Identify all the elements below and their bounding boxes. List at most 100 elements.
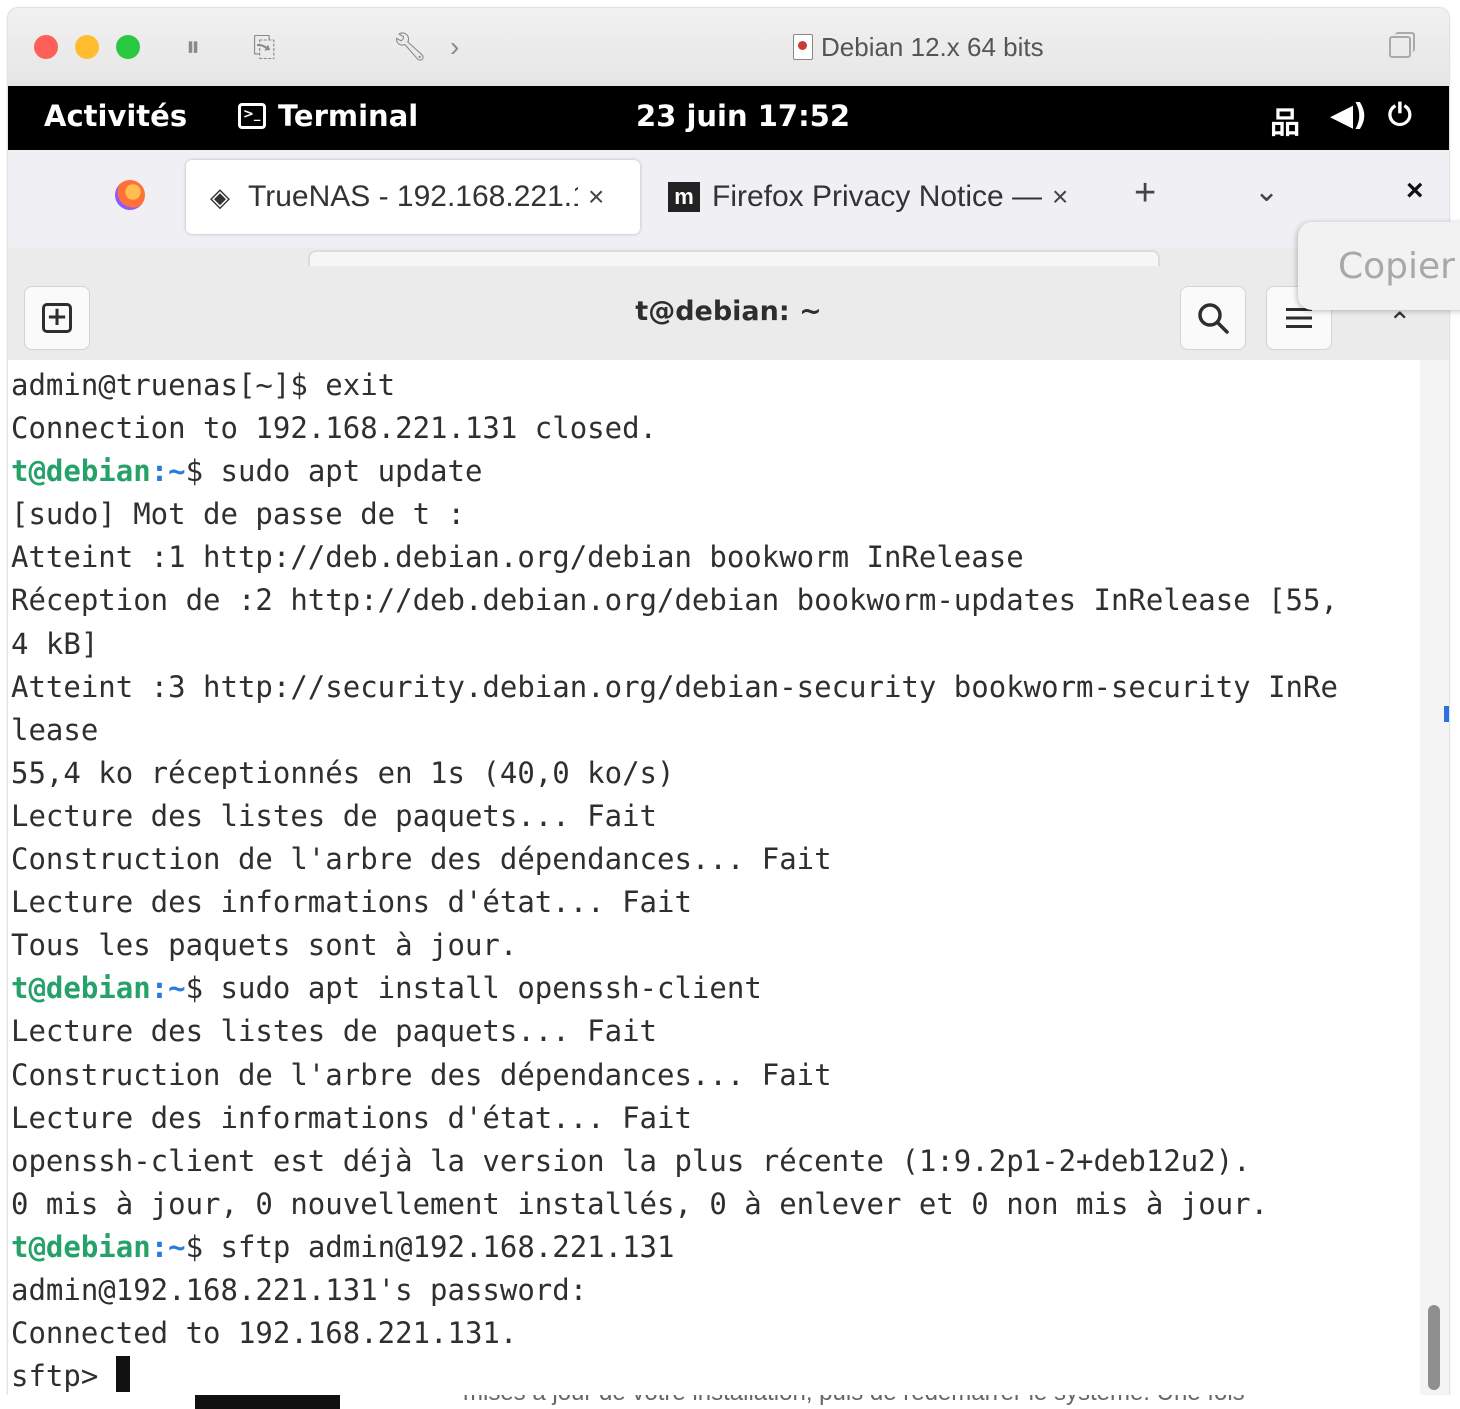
pause-icon[interactable]: ⏸ <box>186 30 200 64</box>
prompt-user: t@debian <box>11 971 151 1006</box>
close-tab-icon[interactable]: × <box>1052 181 1068 213</box>
app-menu-label: Terminal <box>278 99 419 133</box>
gnome-top-bar: Activités >_ Terminal 23 juin 17:52 品 ◀︎… <box>8 86 1449 150</box>
terminal-line-text: admin@truenas[~]$ exit <box>11 368 396 402</box>
close-tab-icon[interactable]: × <box>588 181 604 213</box>
terminal-line-text: Construction de l'arbre des dépendances.… <box>11 1057 832 1092</box>
terminal-app-icon: >_ <box>238 103 266 129</box>
terminal-window: + t@debian: ~ ⌃ admin@truenas[~]$ exit Co… <box>8 266 1449 1403</box>
power-icon[interactable]: ⏻ <box>1388 98 1412 133</box>
vm-window: ⏸ ⎘ 🔧︎ › Debian 12.x 64 bits Activités >… <box>8 8 1449 1403</box>
terminal-line: 0 mis à jour, 0 nouvellement installés, … <box>11 1183 1420 1226</box>
terminal-line: Lecture des listes de paquets... Fait <box>11 795 1420 838</box>
app-menu[interactable]: >_ Terminal <box>238 99 418 133</box>
terminal-line-text: sftp> <box>11 1359 116 1394</box>
terminal-line-text: 4 kB] <box>11 626 99 661</box>
terminal-line-text: [sudo] Mot de passe de t : <box>11 497 465 532</box>
terminal-line-text: lease <box>11 712 99 747</box>
terminal-line-text: Construction de l'arbre des dépendances.… <box>11 842 832 877</box>
terminal-line-text: Atteint :3 http://security.debian.org/de… <box>11 669 1338 704</box>
terminal-line: Réception de :2 http://deb.debian.org/de… <box>11 579 1420 622</box>
vm-document-icon <box>793 34 813 60</box>
close-window-button[interactable] <box>34 35 58 59</box>
network-icon[interactable]: 品 <box>1270 98 1300 142</box>
terminal-line-text: openssh-client est déjà la version la pl… <box>11 1143 1251 1178</box>
snapshot-icon[interactable]: ⎘ <box>253 30 275 64</box>
terminal-line: Connected to 192.168.221.131. <box>11 1312 1420 1355</box>
tab-title: TrueNAS - 192.168.221.1 <box>248 180 578 213</box>
restore-window-icon[interactable] <box>1389 32 1415 58</box>
terminal-line-text: $ sftp admin@192.168.221.131 <box>185 1229 675 1264</box>
firefox-logo-icon <box>115 180 145 210</box>
prompt-user: t@debian <box>11 454 151 489</box>
activities-button[interactable]: Activités <box>44 99 187 133</box>
firefox-tabbar: ◈ TrueNAS - 192.168.221.1 × m Firefox Pr… <box>8 150 1449 248</box>
terminal-line: Construction de l'arbre des dépendances.… <box>11 838 1420 881</box>
terminal-line-text: Tous les paquets sont à jour. <box>11 928 518 963</box>
new-tab-button[interactable]: + <box>1134 172 1156 215</box>
terminal-line-text: Connection to 192.168.221.131 closed. <box>11 411 658 446</box>
prompt-path: :~ <box>150 454 186 489</box>
browser-tab-privacy-notice[interactable]: m Firefox Privacy Notice — M × <box>660 160 1110 234</box>
vm-title-group: Debian 12.x 64 bits <box>793 30 1044 64</box>
copy-label[interactable]: Copier <box>1338 246 1455 287</box>
prompt-path: :~ <box>150 1229 186 1264</box>
browser-tab-truenas[interactable]: ◈ TrueNAS - 192.168.221.1 × <box>186 160 640 234</box>
chevron-right-icon[interactable]: › <box>450 30 459 64</box>
terminal-line-text: Lecture des listes de paquets... Fait <box>11 798 658 833</box>
settings-wrench-icon[interactable]: 🔧︎ <box>392 30 428 64</box>
terminal-line: sftp> <box>11 1355 1420 1398</box>
truenas-icon: ◈ <box>210 181 230 212</box>
terminal-line-text: 0 mis à jour, 0 nouvellement installés, … <box>11 1186 1269 1221</box>
terminal-line: Lecture des informations d'état... Fait <box>11 881 1420 924</box>
terminal-line: Tous les paquets sont à jour. <box>11 924 1420 967</box>
terminal-line: admin@192.168.221.131's password: <box>11 1269 1420 1312</box>
terminal-line-text: Lecture des informations d'état... Fait <box>11 885 692 920</box>
terminal-line: Connection to 192.168.221.131 closed. <box>11 407 1420 450</box>
search-button[interactable] <box>1180 286 1246 350</box>
terminal-line: admin@truenas[~]$ exit <box>11 364 1420 407</box>
tab-title: Firefox Privacy Notice — M <box>712 180 1042 213</box>
volume-icon[interactable]: ◀︎) <box>1330 98 1367 133</box>
prompt-user: t@debian <box>11 1229 151 1264</box>
background-page-strip: mises à jour de votre installation, puis… <box>0 1395 1460 1409</box>
terminal-line-text: $ sudo apt update <box>185 454 483 489</box>
search-icon <box>1198 303 1229 334</box>
terminal-line: t@debian:~$ sudo apt update <box>11 450 1420 493</box>
list-tabs-chevron-icon[interactable]: ⌄ <box>1254 174 1279 209</box>
terminal-line-text: $ sudo apt install openssh-client <box>185 971 762 1006</box>
terminal-line-text: Connected to 192.168.221.131. <box>11 1316 518 1351</box>
edge-marker <box>1444 706 1449 722</box>
scrollbar-thumb[interactable] <box>1428 1305 1440 1390</box>
terminal-line-text: Lecture des listes de paquets... Fait <box>11 1014 658 1049</box>
terminal-line-text: admin@192.168.221.131's password: <box>11 1272 588 1307</box>
chevron-up-icon[interactable]: ⌃ <box>1388 306 1411 339</box>
terminal-line: t@debian:~$ sftp admin@192.168.221.131 <box>11 1226 1420 1269</box>
terminal-cursor <box>115 1356 130 1393</box>
terminal-line-text: Lecture des informations d'état... Fait <box>11 1100 692 1135</box>
close-browser-icon[interactable]: × <box>1406 174 1424 208</box>
terminal-scrollbar[interactable] <box>1420 360 1449 1403</box>
terminal-line: openssh-client est déjà la version la pl… <box>11 1140 1420 1183</box>
terminal-line-text: Réception de :2 http://deb.debian.org/de… <box>11 583 1338 618</box>
terminal-line: [sudo] Mot de passe de t : <box>11 493 1420 536</box>
terminal-line: Construction de l'arbre des dépendances.… <box>11 1054 1420 1097</box>
terminal-output[interactable]: admin@truenas[~]$ exit Connection to 192.… <box>8 360 1420 1403</box>
terminal-line: t@debian:~$ sudo apt install openssh-cli… <box>11 967 1420 1010</box>
clock[interactable]: 23 juin 17:52 <box>636 99 850 133</box>
terminal-line: Atteint :3 http://security.debian.org/de… <box>11 666 1420 709</box>
terminal-line: 4 kB] <box>11 623 1420 666</box>
minimize-window-button[interactable] <box>75 35 99 59</box>
terminal-line: Lecture des informations d'état... Fait <box>11 1097 1420 1140</box>
terminal-headerbar: + t@debian: ~ ⌃ <box>8 266 1449 361</box>
terminal-line: 55,4 ko réceptionnés en 1s (40,0 ko/s) <box>11 752 1420 795</box>
terminal-line-text: Atteint :1 http://deb.debian.org/debian … <box>11 540 1024 575</box>
mozilla-m-icon: m <box>668 182 700 212</box>
background-page-text: mises à jour de votre installation, puis… <box>463 1395 1245 1407</box>
zoom-window-button[interactable] <box>116 35 140 59</box>
copy-popover[interactable]: Copier <box>1298 222 1460 310</box>
terminal-line: Atteint :1 http://deb.debian.org/debian … <box>11 536 1420 579</box>
background-page-dark-block <box>195 1395 340 1409</box>
terminal-line: lease <box>11 709 1420 752</box>
terminal-line-text: 55,4 ko réceptionnés en 1s (40,0 ko/s) <box>11 755 675 790</box>
